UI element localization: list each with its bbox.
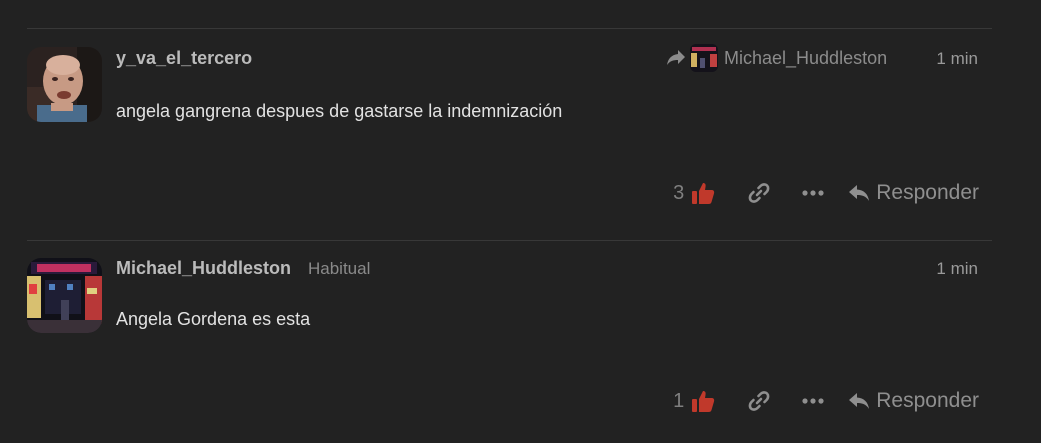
post-timestamp[interactable]: 1 min — [936, 259, 978, 279]
ellipsis-icon — [802, 190, 824, 196]
reply-to-username: Michael_Huddleston — [724, 47, 888, 68]
more-options-button[interactable] — [800, 388, 826, 414]
like-button[interactable] — [690, 388, 716, 414]
reply-arrow-icon — [849, 185, 870, 201]
post-username[interactable]: Michael_Huddleston — [116, 258, 291, 279]
share-arrow-icon — [666, 49, 686, 67]
thumbs-up-icon — [692, 391, 715, 412]
post-divider-top — [27, 28, 992, 29]
ellipsis-icon — [802, 398, 824, 404]
reply-button-label: Responder — [876, 389, 979, 412]
post-actions: 1 Responder — [673, 386, 979, 416]
reply-to-avatar — [690, 44, 718, 72]
link-icon — [748, 183, 770, 203]
post-username[interactable]: y_va_el_tercero — [116, 48, 252, 69]
post-actions: 3 Responder — [673, 178, 979, 208]
share-link-button[interactable] — [746, 180, 772, 206]
post-body: Angela Gordena es esta — [116, 309, 311, 329]
user-avatar[interactable] — [27, 258, 102, 333]
thumbs-up-icon — [692, 183, 715, 204]
like-count: 1 — [673, 389, 685, 412]
share-link-button[interactable] — [746, 388, 772, 414]
user-title-badge: Habitual — [308, 259, 371, 278]
like-button[interactable] — [690, 180, 716, 206]
post-timestamp[interactable]: 1 min — [936, 49, 978, 69]
reply-button-label: Responder — [876, 181, 979, 204]
user-avatar[interactable] — [27, 47, 102, 122]
like-count: 3 — [673, 181, 685, 204]
post-divider — [27, 240, 992, 241]
link-icon — [748, 391, 770, 411]
more-options-button[interactable] — [800, 180, 826, 206]
reply-button[interactable]: Responder — [848, 181, 979, 205]
reply-arrow-icon — [849, 393, 870, 409]
post-body: angela gangrena despues de gastarse la i… — [116, 101, 563, 121]
reply-to-indicator[interactable]: Michael_Huddleston — [666, 44, 887, 72]
reply-button[interactable]: Responder — [848, 389, 979, 413]
